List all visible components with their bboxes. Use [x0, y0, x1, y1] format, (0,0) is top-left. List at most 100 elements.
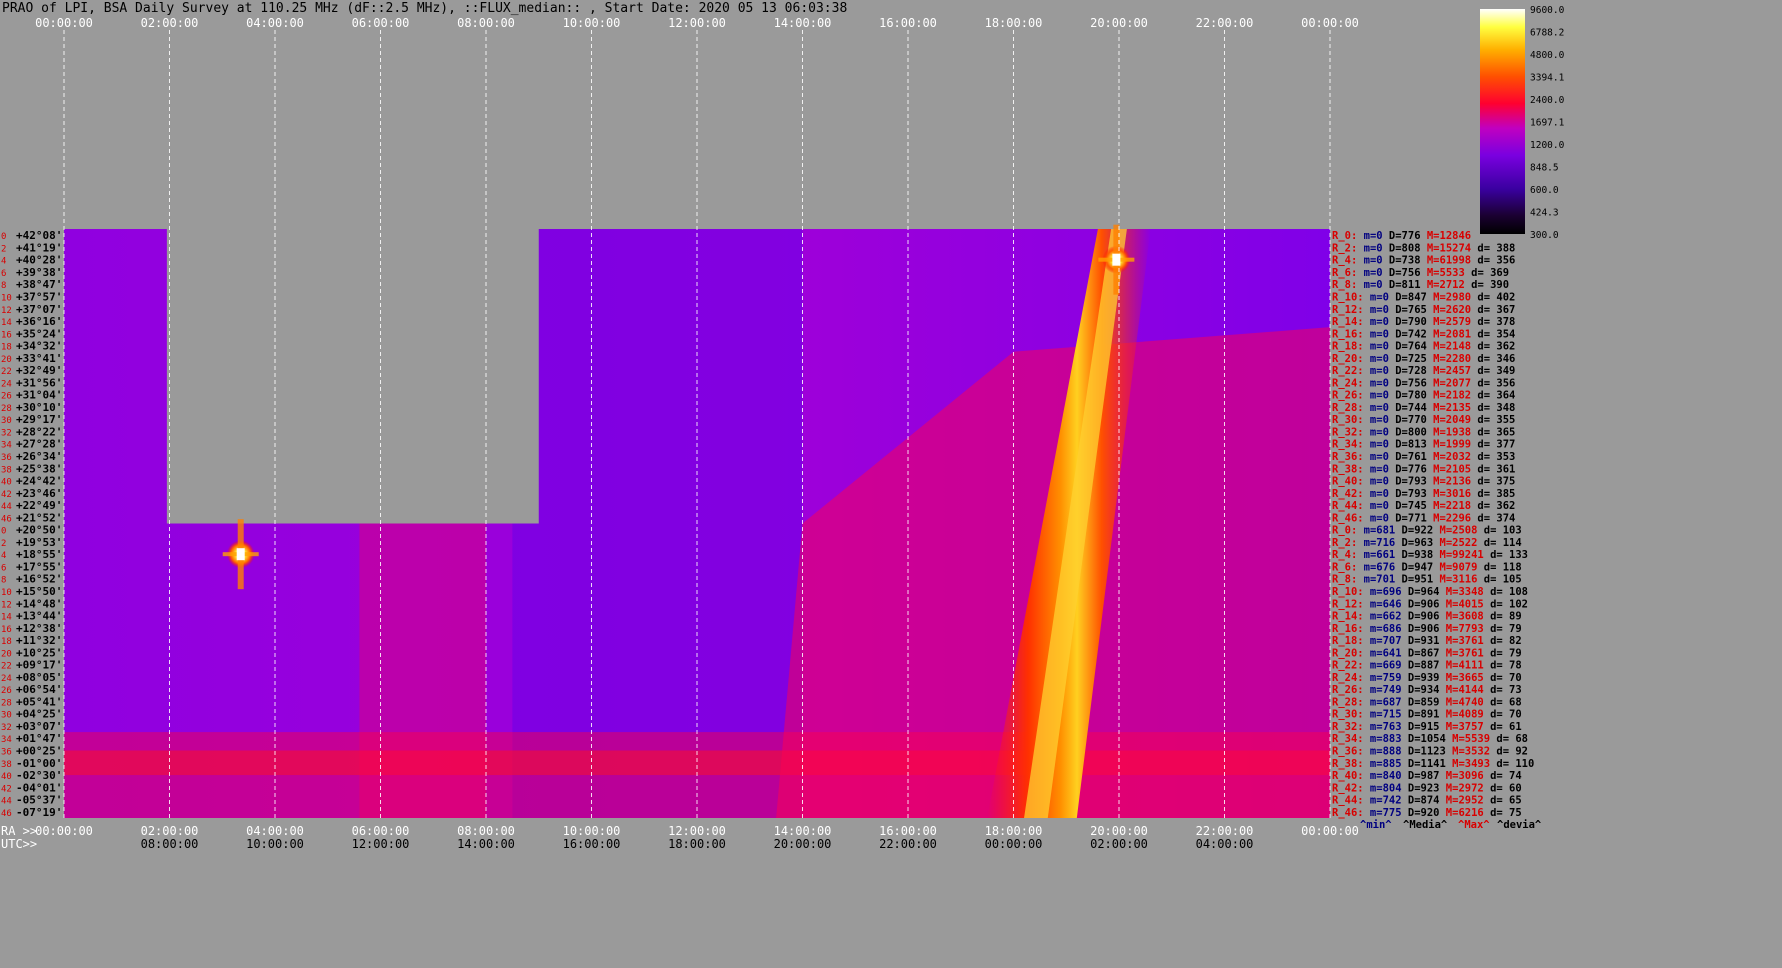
stats-legend-item: ^min^ [1360, 819, 1392, 831]
row-stat-field: d= 365 [1471, 426, 1515, 438]
row-index-label: 10 [1, 588, 12, 598]
dec-tick-label: +32°49' [16, 364, 62, 377]
dec-tick-label: +08°05' [16, 671, 62, 684]
row-stat-field: R_14: [1332, 611, 1364, 623]
row-stat-field: R_30: [1332, 414, 1364, 426]
row-index-label: 36 [1, 453, 12, 463]
row-stat-field: d= 390 [1465, 279, 1509, 291]
row-stat: R_4: m=661 D=938 M=99241 d= 133 [1332, 549, 1528, 561]
dec-tick-label: +17°55' [16, 560, 62, 573]
row-stat-field: m=0 [1364, 463, 1389, 475]
row-stat-field: M=3757 [1439, 721, 1483, 733]
row-stat-field: D=764 [1389, 341, 1427, 353]
row-stat-field: m=715 [1364, 709, 1402, 721]
dec-tick-label: +15°50' [16, 585, 62, 598]
stats-legend-item: ^Max^ [1458, 819, 1490, 831]
row-stat-field: R_36: [1332, 451, 1364, 463]
dec-tick-label: +05°41' [16, 695, 62, 708]
row-stat: R_30: m=715 D=891 M=4089 d= 70 [1332, 709, 1522, 721]
dec-tick-label: +36°16' [16, 315, 62, 328]
ra-tick-label-bottom: 00:00:00 [1301, 824, 1359, 838]
ra-tick-label-top: 00:00:00 [1301, 16, 1359, 30]
row-stat-field: D=891 [1402, 709, 1440, 721]
dec-tick-label: +10°25' [16, 646, 62, 659]
row-stat-field: R_16: [1332, 328, 1364, 340]
row-index-label: 24 [1, 379, 12, 389]
ra-tick-label-bottom: 18:00:00 [985, 824, 1043, 838]
row-index-label: 10 [1, 293, 12, 303]
row-stat-field: d= 60 [1484, 782, 1522, 794]
survey-chart: 0 +42°08' 2 +41°19' 4 +40°28' 6 +39°38' 8 +38°47'… [1, 5, 1565, 851]
row-stat-field: m=804 [1364, 782, 1402, 794]
row-stat-field: M=2712 [1421, 279, 1465, 291]
row-stat-field: R_8: [1332, 574, 1357, 586]
row-stat-field: D=776 [1389, 463, 1427, 475]
row-index-label: 6 [1, 563, 6, 573]
row-index-label: 32 [1, 723, 12, 733]
dec-tick-label: +01°47' [16, 732, 62, 745]
row-stat-field: D=742 [1389, 328, 1427, 340]
row-stat: R_10: m=0 D=847 M=2980 d= 402 [1332, 291, 1515, 303]
row-stat-field: m=0 [1364, 476, 1389, 488]
row-stat-field: m=669 [1364, 660, 1402, 672]
row-stat-field: D=1141 [1402, 758, 1446, 770]
row-stat-field: d= 110 [1490, 758, 1534, 770]
row-stat: R_20: m=0 D=725 M=2280 d= 346 [1332, 353, 1515, 365]
row-stat-field: D=947 [1395, 561, 1433, 573]
row-index-label: 8 [1, 281, 6, 291]
ra-tick-label-top: 18:00:00 [985, 16, 1043, 30]
row-stat-field: m=701 [1357, 574, 1395, 586]
row-statistics: R_0: m=0 D=776 M=12846 R_2: m=0 D=808 M=… [1332, 230, 1542, 831]
dec-tick-label: +37°07' [16, 303, 62, 316]
row-stat-field: d= 75 [1484, 807, 1522, 819]
stats-legend-item: ^devia^ [1497, 819, 1542, 831]
row-stat: R_6: m=676 D=947 M=9079 d= 118 [1332, 561, 1522, 573]
row-stat-field: R_32: [1332, 426, 1364, 438]
row-stat-field: m=0 [1364, 316, 1389, 328]
row-index-label: 30 [1, 711, 12, 721]
row-stat-field: R_0: [1332, 230, 1357, 242]
row-stat-field: d= 346 [1471, 353, 1515, 365]
row-stat-field: D=938 [1395, 549, 1433, 561]
row-stat-field: d= 82 [1484, 635, 1522, 647]
row-stat-field: M=5539 [1446, 733, 1490, 745]
row-stat: R_34: m=0 D=813 M=1999 d= 377 [1332, 439, 1515, 451]
row-stat-field: D=867 [1402, 647, 1440, 659]
row-stat-field: M=9079 [1433, 561, 1477, 573]
row-stat-field: d= 79 [1484, 647, 1522, 659]
row-stat-field: m=686 [1364, 623, 1402, 635]
row-stat-field: R_4: [1332, 255, 1357, 267]
row-stat: R_16: m=686 D=906 M=7793 d= 79 [1332, 623, 1522, 635]
row-index-label: 30 [1, 416, 12, 426]
row-stat-field: M=2457 [1427, 365, 1471, 377]
ra-axis-label: RA >> [1, 824, 37, 838]
row-stat-field: R_34: [1332, 733, 1364, 745]
row-stat-field: d= 73 [1484, 684, 1522, 696]
row-stat: R_16: m=0 D=742 M=2081 d= 354 [1332, 328, 1515, 340]
row-stat-field: m=707 [1364, 635, 1402, 647]
row-stat-field: d= 78 [1484, 660, 1522, 672]
row-stat-field: m=696 [1364, 586, 1402, 598]
row-stat: R_20: m=641 D=867 M=3761 d= 79 [1332, 647, 1522, 659]
row-stat: R_44: m=0 D=745 M=2218 d= 362 [1332, 500, 1515, 512]
row-stat-field: d= 74 [1484, 770, 1522, 782]
row-index-label: 26 [1, 686, 12, 696]
row-stat-field: D=813 [1389, 439, 1427, 451]
row-stat-field: M=99241 [1433, 549, 1484, 561]
row-stat-field: d= 377 [1471, 439, 1515, 451]
row-stat-field: M=5533 [1421, 267, 1465, 279]
row-stat-field: R_26: [1332, 684, 1364, 696]
row-stat-field: m=0 [1357, 279, 1382, 291]
row-stat-field: M=1999 [1427, 439, 1471, 451]
row-stat-field: D=800 [1389, 426, 1427, 438]
row-stat-field: R_12: [1332, 304, 1364, 316]
colorbar-tick-label: 1697.1 [1530, 118, 1565, 129]
row-index-label: 34 [1, 441, 12, 451]
utc-tick-label: 12:00:00 [352, 837, 410, 851]
row-stat-field: D=874 [1402, 795, 1440, 807]
dec-tick-label: +40°28' [16, 254, 62, 267]
row-index-label: 16 [1, 330, 12, 340]
stats-legend-item: ^Media^ [1403, 819, 1448, 831]
row-stat-field: d= 364 [1471, 390, 1515, 402]
row-index-label: 22 [1, 662, 12, 672]
